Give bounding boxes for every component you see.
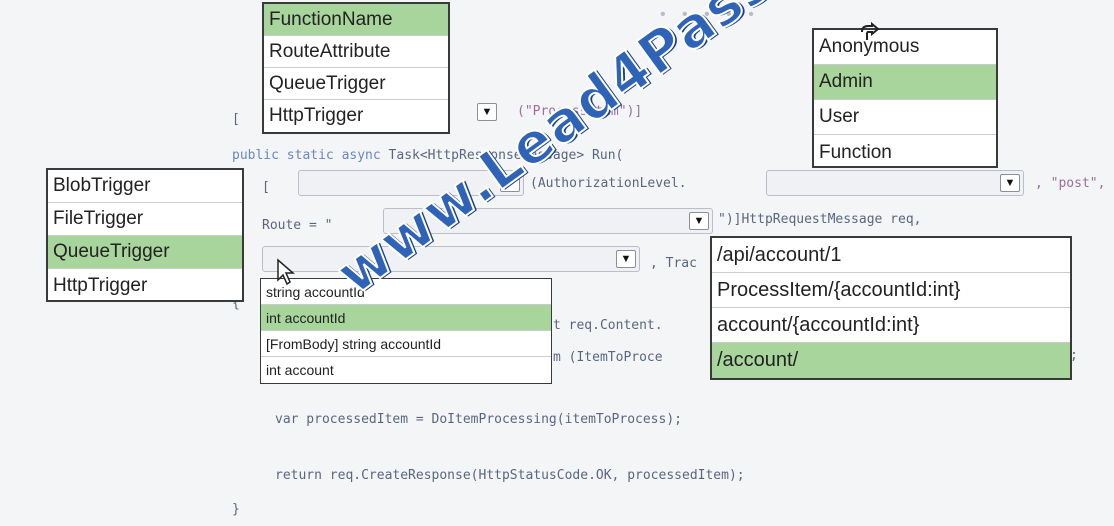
chevron-down-icon: ▼	[689, 212, 709, 230]
auth-level-text: (AuthorizationLevel.	[530, 176, 687, 191]
list-item[interactable]: HttpTrigger	[48, 269, 242, 302]
list-item[interactable]: ProcessItem/{accountId:int}	[712, 273, 1070, 308]
list-item[interactable]: Function	[814, 135, 996, 170]
list-item[interactable]: int account	[261, 357, 551, 383]
brace-close: }	[232, 502, 240, 517]
param-open-bracket: [	[262, 180, 270, 195]
list-item[interactable]: QueueTrigger	[48, 236, 242, 269]
hand-cursor-icon	[861, 22, 880, 40]
list-item[interactable]: account/{accountId:int}	[712, 308, 1070, 343]
line-req-content: t req.Content.	[553, 318, 663, 333]
trigger-list: BlobTrigger FileTrigger QueueTrigger Htt…	[46, 168, 244, 302]
attr-open-bracket: [	[232, 112, 240, 127]
list-item[interactable]: HttpTrigger	[264, 100, 448, 132]
method-modifiers: public static async	[232, 148, 389, 163]
list-item[interactable]: RouteAttribute	[264, 36, 448, 68]
line-return: return req.CreateResponse(HttpStatusCode…	[275, 468, 745, 483]
list-item[interactable]: /account/	[712, 343, 1070, 378]
list-item[interactable]: Anonymous	[814, 30, 996, 65]
chevron-down-icon: ▼	[616, 250, 636, 268]
trace-text: , Trac	[650, 256, 697, 271]
chevron-down-icon: ▼	[477, 103, 497, 121]
list-item[interactable]: int accountId	[261, 305, 551, 331]
mouse-pointer-icon	[277, 258, 296, 286]
param-dropdown[interactable]: ▼	[262, 246, 640, 272]
post-text: , "post",	[1035, 176, 1106, 191]
chevron-down-icon: ▼	[1000, 174, 1020, 192]
route-suffix: ")]HttpRequestMessage req,	[718, 212, 922, 227]
list-item[interactable]: FunctionName	[264, 4, 448, 36]
list-item[interactable]: string accountId	[261, 279, 551, 305]
param-list: string accountId int accountId [FromBody…	[260, 278, 552, 384]
function-attr-dropdown[interactable]: ▼	[468, 100, 500, 126]
list-item[interactable]: Admin	[814, 65, 996, 100]
route-list: /api/account/1 ProcessItem/{accountId:in…	[710, 236, 1072, 380]
route-prefix: Route = "	[262, 218, 333, 233]
list-item[interactable]: FileTrigger	[48, 203, 242, 236]
function-attr-list: FunctionName RouteAttribute QueueTrigger…	[262, 2, 450, 134]
list-item[interactable]: BlobTrigger	[48, 170, 242, 203]
list-item[interactable]: QueueTrigger	[264, 68, 448, 100]
list-item[interactable]: User	[814, 100, 996, 135]
list-item[interactable]: /api/account/1	[712, 238, 1070, 273]
list-item[interactable]: [FromBody] string accountId	[261, 331, 551, 357]
line-item-to-process: m (ItemToProce	[553, 350, 663, 365]
auth-level-list: Anonymous Admin User Function	[812, 28, 998, 168]
auth-level-dropdown[interactable]: ▼	[766, 170, 1024, 196]
line-var: var processedItem = DoItemProcessing(ite…	[275, 412, 682, 427]
